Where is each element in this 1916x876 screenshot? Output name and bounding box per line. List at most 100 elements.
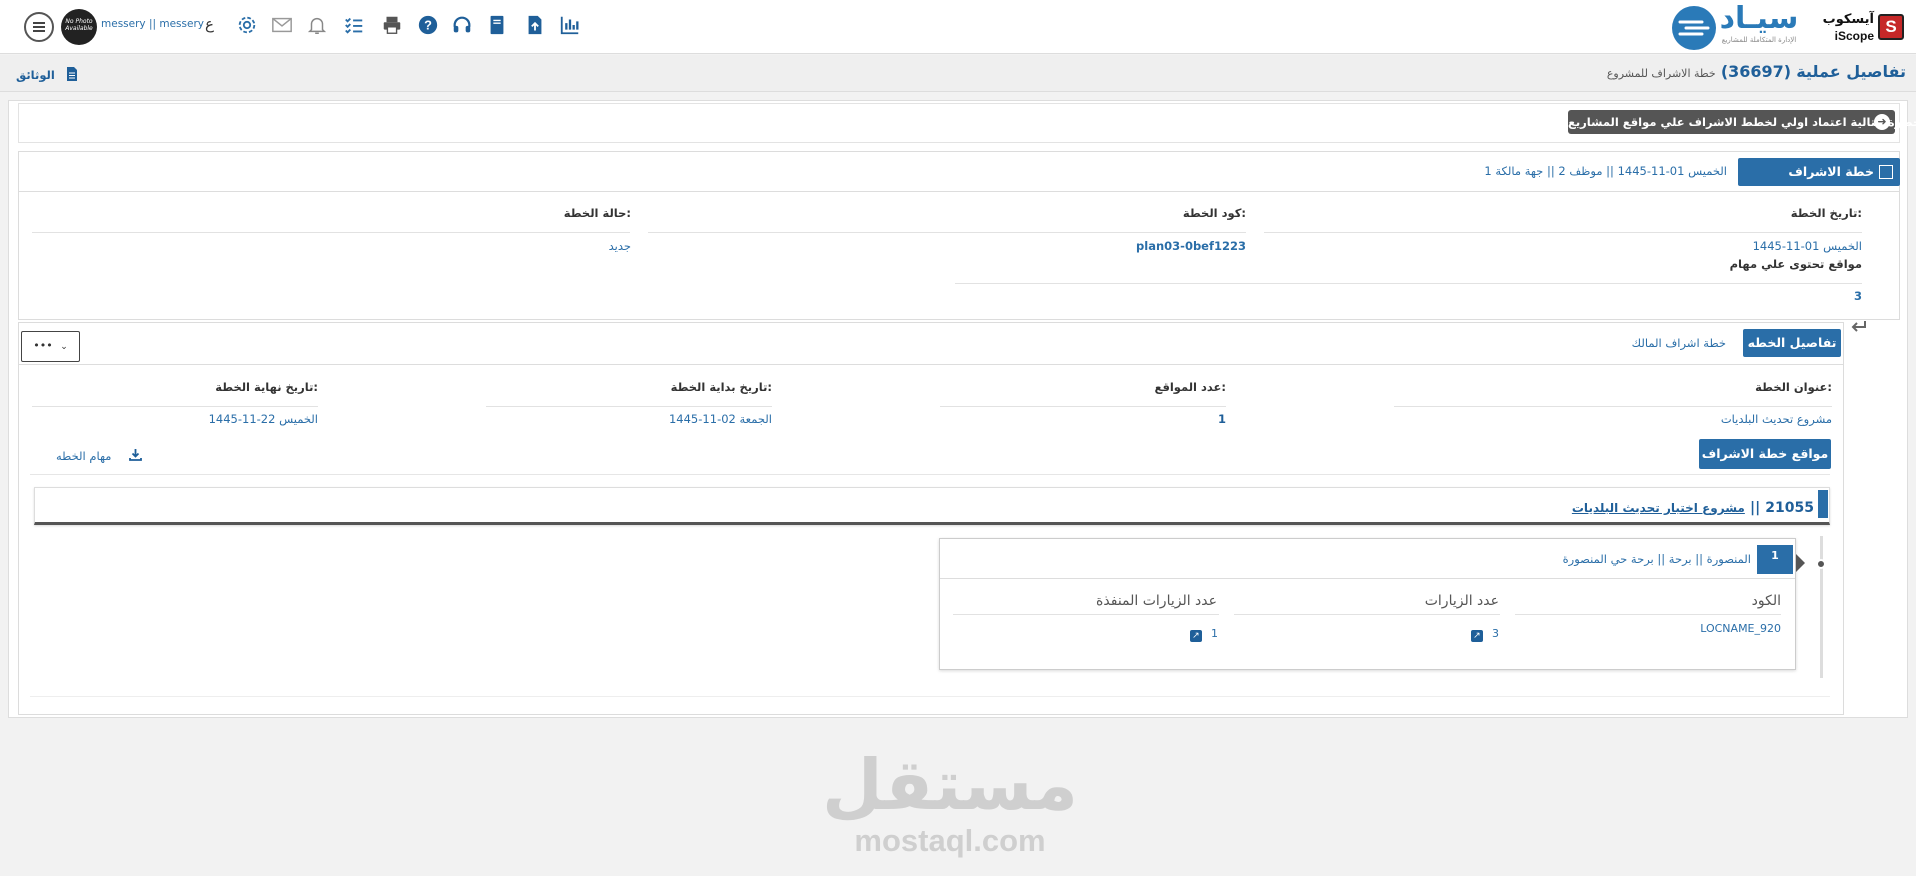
watermark-ar: مستقل — [821, 744, 1078, 826]
divider — [1234, 614, 1500, 615]
help-icon[interactable]: ? — [416, 14, 440, 38]
external-link-icon: ↗ — [1189, 630, 1202, 642]
divider — [32, 406, 318, 407]
page-subtitle: خطة الاشراف للمشروع — [1606, 67, 1716, 80]
print-icon[interactable] — [380, 14, 404, 38]
divider — [648, 232, 1246, 233]
watermark-en: mostaql.com — [854, 823, 1046, 858]
site-code-cell[interactable]: LOCNAME_920 — [1700, 622, 1781, 635]
divider — [953, 614, 1219, 615]
iscope-logo-mark: S — [1878, 14, 1904, 40]
sites-with-tasks-label: مواقع تحتوى علي مهام — [1729, 257, 1862, 271]
visits-value: 3 — [1492, 627, 1499, 640]
siad-logo-mark — [1672, 6, 1716, 50]
project-id: 21055 — [1765, 500, 1814, 516]
avatar[interactable]: No Photo Available — [61, 9, 97, 45]
next-step-label: الخطوة التالية اعتماد اولي لخطط الاشراف … — [1568, 115, 1916, 129]
plan-code-label: كود الخطة: — [1182, 206, 1246, 220]
visits-cell[interactable]: ↗ 3 — [1470, 622, 1499, 642]
sites-with-tasks-value: 3 — [1853, 289, 1862, 303]
divider — [940, 406, 1226, 407]
plan-title-value: مشروع تحديث البلديات — [1720, 412, 1832, 426]
done-visits-cell[interactable]: ↗ 1 — [1189, 622, 1218, 642]
iscope-logo[interactable]: S آيسكوب iScope — [1810, 8, 1910, 46]
plan-tasks-label: مهام الخطه — [56, 449, 112, 463]
siad-tagline: الإدارة المتكاملة للمشاريع — [1721, 36, 1797, 44]
site-path: المنصورة || برحة || برحة حي المنصورة — [1562, 552, 1751, 566]
chevron-down-icon: ⌄ — [60, 342, 68, 352]
operation-id: (36697) — [1720, 62, 1792, 81]
plan-code-value: plan03-0bef1223 — [1136, 239, 1246, 253]
sites-count-value: 1 — [1217, 412, 1226, 426]
checklist-icon[interactable] — [342, 14, 366, 38]
building-icon — [1879, 165, 1893, 179]
support-headset-icon[interactable] — [450, 14, 474, 38]
menu-button[interactable] — [24, 12, 54, 42]
project-sep: || — [1749, 500, 1761, 516]
site-index-badge: 1 — [1757, 545, 1793, 574]
column-header-visits: عدد الزيارات — [1425, 593, 1499, 609]
plan-title-label: عنوان الخطة: — [1755, 380, 1832, 394]
plan-status-label: حالة الخطة: — [563, 206, 631, 220]
timeline-line — [1820, 536, 1823, 678]
return-arrow-icon[interactable] — [1850, 318, 1868, 336]
start-date-value: الجمعة 02-11-1445 — [668, 412, 772, 426]
divider — [32, 232, 630, 233]
divider — [486, 406, 772, 407]
external-link-icon: ↗ — [1470, 630, 1483, 642]
settings-gear-icon[interactable] — [235, 14, 259, 38]
more-label: ••• — [33, 339, 53, 352]
next-step-button[interactable]: الخطوة التالية اعتماد اولي لخطط الاشراف … — [1568, 110, 1916, 134]
details-tabs-bar — [19, 323, 1843, 365]
tab-plan-details-label: تفاصيل الخطه — [1747, 335, 1837, 350]
notifications-bell-icon[interactable] — [305, 14, 329, 38]
watermark: مستقل mostaql.com — [820, 745, 1080, 860]
tab-owner-supervision[interactable]: خطة اشراف المالك — [1632, 336, 1726, 350]
column-header-visits-label: عدد الزيارات — [1424, 593, 1499, 609]
tab-plan-details[interactable]: تفاصيل الخطه — [1743, 329, 1841, 357]
project-name: مشروع اختبار تحديث البلديات — [1571, 501, 1745, 515]
plan-tasks-link[interactable]: مهام الخطه — [56, 445, 142, 464]
divider — [1394, 406, 1832, 407]
divider — [30, 696, 1830, 697]
top-bar: S آيسكوب iScope سيـاد الإدارة المتكاملة … — [0, 0, 1916, 54]
plan-summary: الخميس 01-11-1445 || موظف 2 || جهة مالكة… — [1484, 164, 1727, 178]
user-name[interactable]: messery || messery — [101, 18, 204, 30]
iscope-name-ar: آيسكوب — [1822, 12, 1874, 27]
divider — [1264, 232, 1862, 233]
book-icon[interactable] — [485, 14, 509, 38]
divider — [30, 474, 1830, 475]
end-date-value: الخميس 22-11-1445 — [208, 412, 318, 426]
column-header-code: الكود — [1752, 593, 1781, 609]
reports-chart-icon[interactable] — [558, 14, 582, 38]
svg-text:?: ? — [424, 18, 432, 33]
timeline-dot — [1816, 559, 1826, 569]
divider — [1515, 614, 1781, 615]
avatar-text: No Photo Available — [65, 18, 93, 32]
done-visits-value: 1 — [1211, 627, 1218, 640]
page-title-prefix: تفاصيل عملية — [1796, 62, 1906, 81]
file-upload-icon[interactable] — [523, 14, 547, 38]
plan-date-value: الخميس 01-11-1445 — [1752, 239, 1862, 253]
plan-status-value: جديد — [608, 239, 631, 253]
supervision-sites-button[interactable]: مواقع خطة الاشراف — [1699, 439, 1831, 469]
divider — [955, 283, 1862, 284]
language-toggle[interactable]: ع — [205, 15, 219, 33]
column-header-code-label: الكود — [1751, 593, 1781, 609]
mail-icon[interactable] — [270, 14, 294, 38]
end-date-label: تاريخ نهاية الخطة: — [215, 380, 318, 394]
project-title[interactable]: 21055 || مشروع اختبار تحديث البلديات — [1572, 497, 1814, 516]
document-icon — [66, 67, 77, 81]
siad-logo[interactable]: سيـاد الإدارة المتكاملة للمشاريع — [1670, 2, 1800, 50]
documents-link[interactable]: الوثائق — [16, 64, 78, 82]
column-header-done-visits-label: عدد الزيارات المنفذة — [1096, 593, 1217, 609]
project-accent — [1818, 490, 1828, 518]
iscope-name-en: iScope — [1834, 29, 1874, 43]
download-icon — [128, 449, 142, 461]
siad-name: سيـاد — [1719, 1, 1799, 36]
tab-supervision-plan[interactable]: خطة الاشراف للمشروع — [1738, 158, 1900, 207]
arrow-circle-right-icon: ➜ — [1874, 114, 1890, 130]
plan-date-label: تاريخ الخطة: — [1790, 206, 1862, 220]
more-dropdown[interactable]: ••• ⌄ — [21, 331, 80, 362]
site-card-pointer — [1796, 554, 1805, 572]
